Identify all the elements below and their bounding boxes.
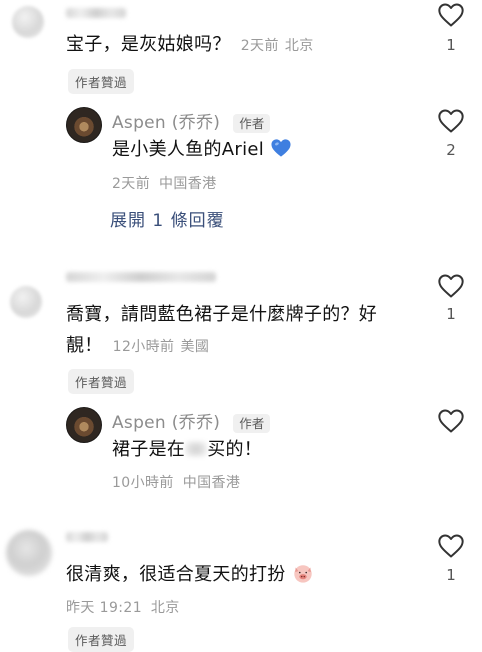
reply-text-part1: 裙子是在 <box>112 439 186 460</box>
author-liked-badge: 作者贊過 <box>68 69 135 94</box>
reply-like-button[interactable] <box>437 108 465 138</box>
comment-location: 美國 <box>180 339 210 355</box>
reply-location: 中国香港 <box>182 475 241 491</box>
like-count: 1 <box>446 36 456 54</box>
reply-like-button[interactable] <box>437 408 465 438</box>
commenter-avatar[interactable] <box>10 286 42 318</box>
reply-avatar[interactable] <box>66 107 102 143</box>
heart-icon <box>438 274 464 298</box>
comment-location: 北京 <box>284 38 314 54</box>
commenter-avatar[interactable] <box>6 530 52 576</box>
reply-time: 2天前 <box>112 176 151 192</box>
expand-replies-link[interactable]: 展開 1 條回覆 <box>110 206 225 231</box>
comment-location: 北京 <box>150 600 180 616</box>
comment-text: 很清爽，很适合夏天的打扮 <box>66 562 314 588</box>
author-liked-badge: 作者贊過 <box>68 369 135 394</box>
reply-author-name[interactable]: Aspen (乔乔) <box>112 413 220 433</box>
censored-blur <box>185 441 208 457</box>
heart-icon <box>438 534 464 558</box>
reply-text: 是小美人鱼的Ariel <box>112 137 292 163</box>
reply-meta: 10小時前 中国香港 <box>112 472 240 492</box>
commenter-name-blurred <box>66 8 126 18</box>
like-button[interactable] <box>437 533 465 563</box>
reply-text-part2: 买的！ <box>207 439 263 460</box>
reply-author-name[interactable]: Aspen (乔乔) <box>112 113 220 133</box>
comment-text-line1: 喬寶，請問藍色裙子是什麼牌子的？好 <box>66 304 378 325</box>
like-count: 1 <box>446 305 456 323</box>
reply-text: 裙子是在 买的！ <box>112 437 262 463</box>
like-button[interactable] <box>437 2 465 32</box>
comment-text-content: 很清爽，很适合夏天的打扮 <box>66 564 286 585</box>
comment-text-line2: 靚！ 12小時前 美國 <box>66 333 209 360</box>
commenter-name-blurred <box>66 272 216 282</box>
comment-time: 2天前 <box>240 38 279 54</box>
reply-header: Aspen (乔乔) 作者 <box>112 108 271 133</box>
commenter-avatar[interactable] <box>12 6 44 38</box>
heart-icon <box>438 3 464 27</box>
comment-meta: 昨天 19:21 北京 <box>66 597 180 617</box>
reply-avatar[interactable] <box>66 407 102 443</box>
heart-icon <box>438 409 464 433</box>
comment-text-content: 宝子，是灰姑娘吗？ <box>66 34 231 55</box>
comment-time: 12小時前 <box>112 339 175 355</box>
heart-icon <box>438 109 464 133</box>
author-tag: 作者 <box>233 414 271 433</box>
reply-meta: 2天前 中国香港 <box>112 173 217 193</box>
author-tag: 作者 <box>233 114 271 133</box>
reply-text-content: 是小美人鱼的Ariel <box>112 139 265 160</box>
reply-location: 中国香港 <box>158 176 217 192</box>
comment-text-content: 靚！ <box>66 335 103 356</box>
reply-header: Aspen (乔乔) 作者 <box>112 408 271 433</box>
like-button[interactable] <box>437 273 465 303</box>
reply-like-count: 2 <box>446 141 456 159</box>
comment-time: 昨天 19:21 <box>66 600 142 616</box>
comment-text: 宝子，是灰姑娘吗？ 2天前 北京 <box>66 32 314 59</box>
blue-heart-icon <box>271 139 291 157</box>
pig-face-icon <box>293 565 312 583</box>
like-count: 1 <box>446 566 456 584</box>
commenter-name-blurred <box>66 532 108 542</box>
reply-time: 10小時前 <box>112 475 174 491</box>
